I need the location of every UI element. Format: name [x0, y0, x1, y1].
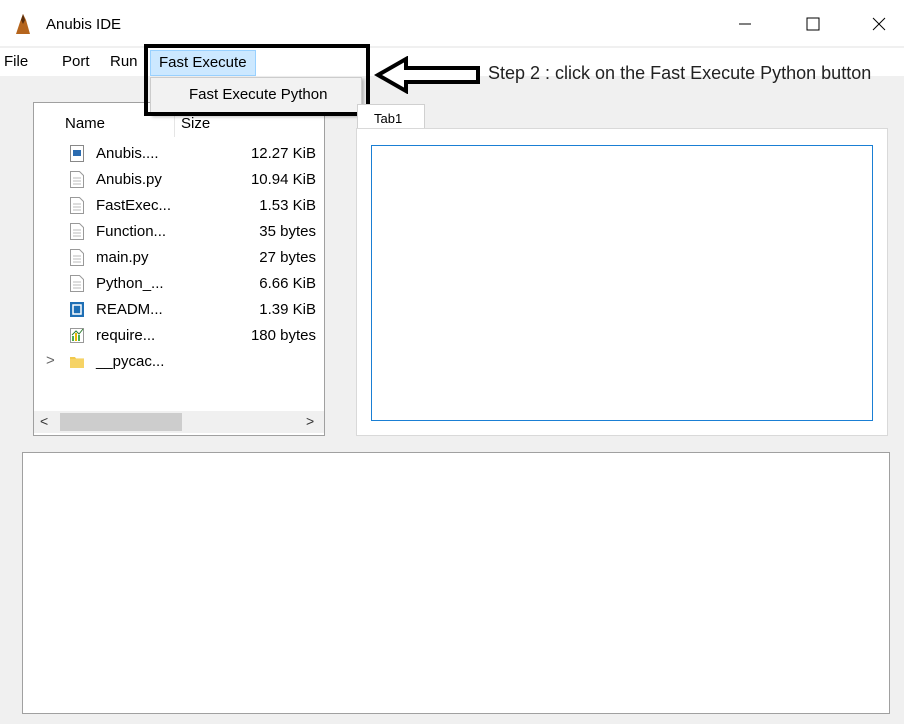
horizontal-scrollbar[interactable]: < >	[34, 411, 324, 433]
text-file-icon	[70, 249, 84, 266]
tree-row[interactable]: READM... 1.39 KiB	[34, 297, 324, 323]
file-tree[interactable]: Name Size Anubis.... 12.27 KiB Anubis.py…	[33, 102, 325, 436]
code-editor[interactable]	[371, 145, 873, 421]
menu-run[interactable]: Run	[110, 53, 138, 70]
maximize-button[interactable]	[790, 8, 836, 40]
minimize-icon	[739, 23, 751, 25]
folder-icon	[70, 357, 84, 368]
tree-row[interactable]: > __pycac...	[34, 349, 324, 375]
tree-row[interactable]: FastExec... 1.53 KiB	[34, 193, 324, 219]
column-header-name[interactable]: Name	[65, 115, 105, 132]
anubis-logo-icon	[16, 14, 30, 34]
tree-row[interactable]: require... 180 bytes	[34, 323, 324, 349]
annotation-highlight-box	[144, 44, 370, 116]
annotation-arrow-icon	[374, 56, 480, 94]
maximize-icon	[806, 17, 820, 31]
tab-label: Tab1	[374, 111, 403, 126]
tree-row[interactable]: Anubis.... 12.27 KiB	[34, 141, 324, 167]
tab-pane	[356, 128, 888, 436]
annotation-text: Step 2 : click on the Fast Execute Pytho…	[488, 63, 872, 83]
text-file-icon	[70, 275, 84, 292]
column-header-size[interactable]: Size	[181, 115, 210, 132]
close-button[interactable]	[856, 8, 902, 40]
tree-row[interactable]: main.py 27 bytes	[34, 245, 324, 271]
text-file-icon	[70, 171, 84, 188]
scroll-right-icon[interactable]: >	[306, 413, 314, 429]
expand-chevron-icon[interactable]: >	[46, 352, 55, 369]
text-file-icon	[70, 197, 84, 214]
tab-tab1[interactable]: Tab1	[357, 104, 425, 131]
markdown-file-icon	[70, 302, 84, 317]
scrollbar-thumb[interactable]	[60, 413, 182, 431]
tree-row[interactable]: Python_... 6.66 KiB	[34, 271, 324, 297]
close-icon	[872, 17, 886, 31]
output-console[interactable]	[22, 452, 890, 714]
chart-file-icon	[70, 328, 84, 343]
tree-row[interactable]: Anubis.py 10.94 KiB	[34, 167, 324, 193]
window-title: Anubis IDE	[46, 16, 122, 33]
title-bar	[0, 0, 904, 46]
image-file-icon	[70, 145, 84, 162]
minimize-button[interactable]	[722, 8, 768, 40]
tree-row[interactable]: Function... 35 bytes	[34, 219, 324, 245]
menu-port[interactable]: Port	[62, 53, 90, 70]
text-file-icon	[70, 223, 84, 240]
menu-file[interactable]: File	[4, 53, 28, 70]
scroll-left-icon[interactable]: <	[40, 413, 48, 429]
